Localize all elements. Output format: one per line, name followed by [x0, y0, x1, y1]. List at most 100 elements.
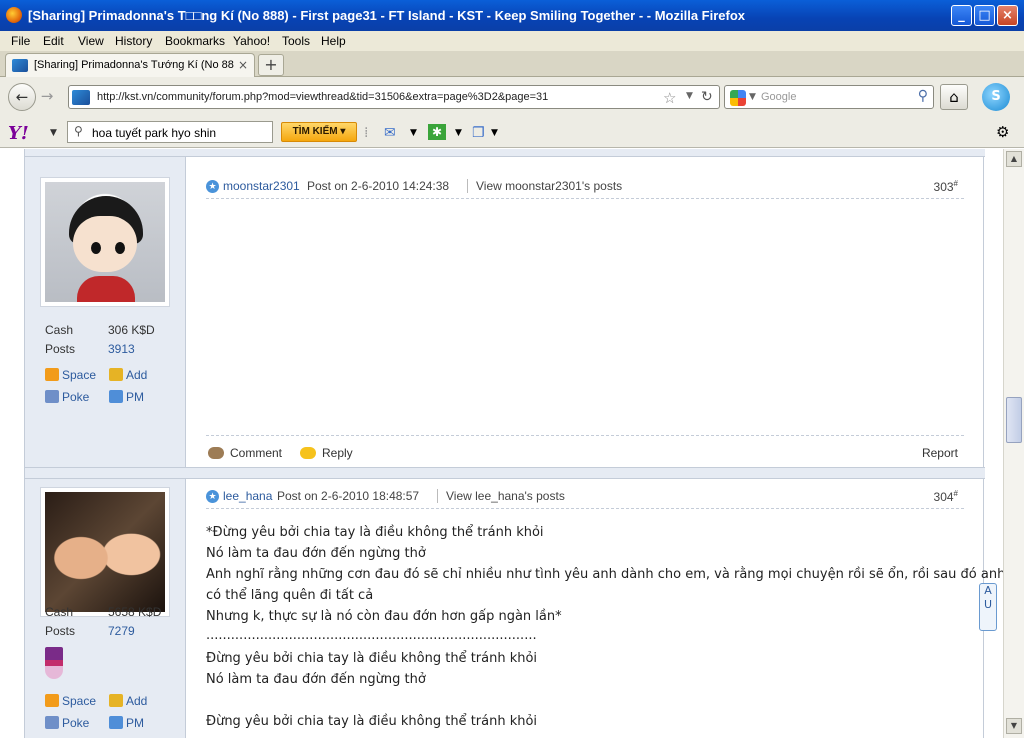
mail-dropdown-icon[interactable]: ▼	[410, 128, 417, 138]
avatar[interactable]	[40, 177, 170, 307]
minimize-button[interactable]: _	[951, 5, 972, 26]
menu-history[interactable]: History	[115, 34, 152, 48]
post-separator	[25, 149, 985, 157]
cash-label: Cash	[45, 323, 74, 337]
thread-post-area: Cash 306 K$D Posts 3913 Space Add Poke P…	[24, 149, 1003, 738]
post-body-line: Anh nghĩ rằng những cơn đau đó sẽ chỉ nh…	[206, 567, 1003, 582]
post-author-link[interactable]: lee_hana	[223, 489, 272, 503]
menu-view[interactable]: View	[78, 34, 104, 48]
pm-link-label: PM	[126, 716, 144, 730]
posts-label: Posts	[45, 342, 76, 356]
menu-file[interactable]: File	[11, 34, 30, 48]
navigation-bar: ← → http://kst.vn/community/forum.php?mo…	[0, 77, 1024, 117]
space-link[interactable]: Space	[45, 368, 96, 382]
url-bar[interactable]: http://kst.vn/community/forum.php?mod=vi…	[68, 85, 720, 109]
messenger-icon[interactable]: ✱	[428, 124, 446, 140]
posts-count[interactable]: 7279	[108, 624, 135, 638]
web-search-box[interactable]: ▼ Google ⚲	[724, 85, 934, 109]
tab-close-icon[interactable]: ×	[238, 58, 248, 72]
post-actions: Comment Reply Report	[206, 435, 964, 465]
yahoo-toolbar: Y! ▼ ⚲ hoa tuyết park hyo shin TÌM KIẾM …	[0, 117, 1024, 148]
window-titlebar: [Sharing] Primadonna's T□□ng Kí (No 888)…	[0, 0, 1024, 31]
yahoo-search-button[interactable]: TÌM KIẾM ▾	[281, 122, 357, 142]
menu-bookmarks[interactable]: Bookmarks	[165, 34, 225, 48]
poke-link[interactable]: Poke	[45, 716, 89, 730]
mail-icon[interactable]: ✉	[384, 125, 396, 141]
yahoo-search-button-label: TÌM KIẾM	[292, 126, 338, 137]
back-button[interactable]: ←	[8, 83, 36, 111]
bookmarks-dropdown-icon[interactable]: ▼	[491, 128, 498, 138]
add-friend-link[interactable]: Add	[109, 694, 147, 708]
close-window-button[interactable]: ×	[997, 5, 1018, 26]
add-link-label: Add	[126, 694, 148, 708]
post-header: ★ lee_hana Post on 2-6-2010 18:48:57 Vie…	[206, 487, 964, 509]
space-link-label: Space	[62, 694, 97, 708]
home-button[interactable]: ⌂	[940, 84, 968, 110]
space-link[interactable]: Space	[45, 694, 96, 708]
avatar[interactable]	[40, 487, 170, 617]
new-tab-button[interactable]: +	[258, 54, 284, 76]
scroll-down-arrow-icon[interactable]: ▼	[1006, 718, 1022, 734]
poke-link[interactable]: Poke	[45, 390, 89, 404]
comment-icon	[208, 447, 224, 459]
reply-icon	[300, 447, 316, 459]
avatar-photo	[45, 492, 165, 612]
poke-link-label: Poke	[62, 716, 90, 730]
url-text[interactable]: http://kst.vn/community/forum.php?mod=vi…	[97, 91, 548, 103]
toolbar-settings-gear-icon[interactable]: ⚙	[996, 123, 1009, 141]
google-engine-icon[interactable]	[730, 90, 746, 106]
medal-icon[interactable]	[45, 647, 63, 679]
search-icon[interactable]: ⚲	[918, 88, 928, 104]
view-author-posts-link[interactable]: View lee_hana's posts	[437, 489, 565, 503]
pm-link[interactable]: PM	[109, 390, 144, 404]
scroll-to-top-button[interactable]: AU	[979, 583, 997, 631]
yahoo-logo[interactable]: Y!	[8, 123, 29, 144]
post-timestamp: Post on 2-6-2010 18:48:57	[277, 489, 420, 503]
post-header: ★ moonstar2301 Post on 2-6-2010 14:24:38…	[206, 177, 964, 199]
comment-button[interactable]: Comment	[208, 446, 282, 460]
add-friend-link[interactable]: Add	[109, 368, 147, 382]
search-engine-dropdown-icon[interactable]: ▼	[749, 92, 756, 102]
post-body-line: Đừng yêu bởi chia tay là điều không thể …	[206, 651, 538, 666]
cash-value: 5658 K$D	[108, 605, 162, 619]
pm-link[interactable]: PM	[109, 716, 144, 730]
yahoo-search-value[interactable]: hoa tuyết park hyo shin	[92, 126, 216, 140]
bookmark-star-icon[interactable]: ☆	[663, 89, 676, 107]
menu-help[interactable]: Help	[321, 34, 346, 48]
yahoo-menu-dropdown-icon[interactable]: ▼	[50, 128, 57, 138]
page-scrollbar[interactable]: ▲ ▼	[1003, 149, 1024, 738]
maximize-button[interactable]: □	[974, 5, 995, 26]
messenger-dropdown-icon[interactable]: ▼	[455, 128, 462, 138]
avatar-left-eye	[91, 242, 101, 254]
menu-tools[interactable]: Tools	[282, 34, 310, 48]
forward-button[interactable]: →	[36, 83, 58, 111]
report-link[interactable]: Report	[922, 446, 958, 460]
posts-count[interactable]: 3913	[108, 342, 135, 356]
home-icon	[45, 368, 59, 381]
cash-value: 306 K$D	[108, 323, 155, 337]
tab-active[interactable]: [Sharing] Primadonna's Tướng Kí (No 888)…	[5, 53, 255, 77]
bookmarks-icon[interactable]: ❐	[472, 125, 485, 141]
post-body-line: ........................................…	[206, 628, 537, 643]
cash-label: Cash	[45, 605, 74, 619]
web-search-placeholder[interactable]: Google	[761, 91, 796, 103]
url-history-dropdown-icon[interactable]: ▼	[686, 91, 693, 101]
scroll-up-arrow-icon[interactable]: ▲	[1006, 151, 1022, 167]
menu-edit[interactable]: Edit	[43, 34, 64, 48]
post-author-link[interactable]: moonstar2301	[223, 179, 300, 193]
menu-yahoo[interactable]: Yahoo!	[233, 34, 270, 48]
firefox-icon	[6, 7, 22, 23]
space-link-label: Space	[62, 368, 97, 382]
yahoo-search-input[interactable]: ⚲ hoa tuyết park hyo shin	[67, 121, 273, 143]
skype-icon[interactable]: S	[982, 83, 1010, 111]
avatar-image	[45, 182, 165, 302]
post-floor-number[interactable]: 303#	[934, 179, 958, 194]
tab-label: [Sharing] Primadonna's Tướng Kí (No 888)…	[34, 59, 234, 71]
reload-icon[interactable]: ↻	[701, 89, 713, 105]
view-author-posts-link[interactable]: View moonstar2301's posts	[467, 179, 622, 193]
reply-button[interactable]: Reply	[300, 446, 353, 460]
post-floor-number[interactable]: 304#	[934, 489, 958, 504]
avatar-body	[77, 276, 135, 302]
site-identity-icon[interactable]	[72, 90, 90, 105]
scrollbar-thumb[interactable]	[1006, 397, 1022, 443]
